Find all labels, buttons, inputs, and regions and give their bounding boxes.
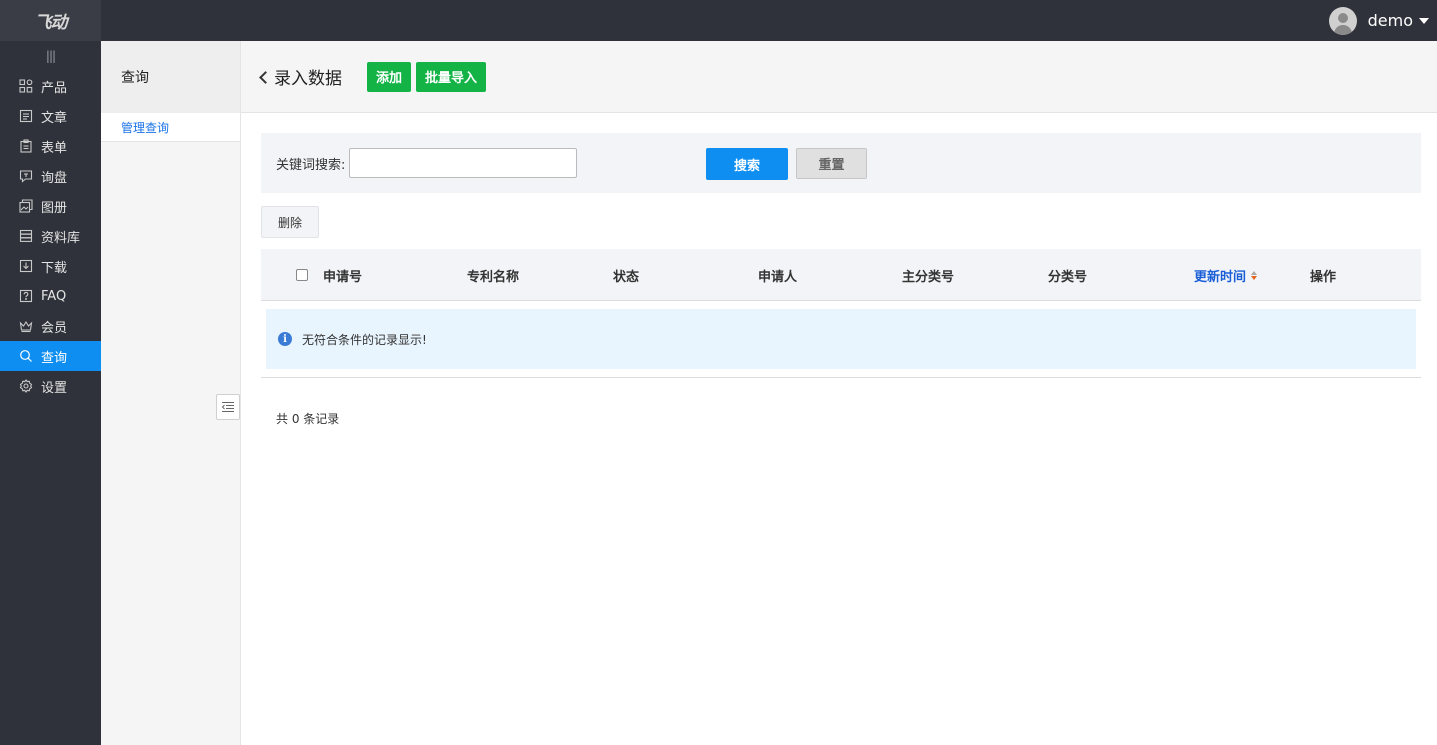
database-icon <box>19 229 33 243</box>
inquiry-icon <box>19 169 33 183</box>
sort-icon[interactable] <box>1251 270 1258 280</box>
keyword-search-input[interactable] <box>349 148 578 178</box>
empty-message: i 无符合条件的记录显示! <box>266 309 1416 369</box>
sidebar-item-faq[interactable]: FAQ <box>0 281 101 311</box>
crown-icon <box>19 319 33 333</box>
search-button[interactable]: 搜索 <box>706 148 788 180</box>
column-header-class: 分类号 <box>1048 269 1088 285</box>
sidebar-item-forms[interactable]: 表单 <box>0 131 101 161</box>
column-header-patent-name: 专利名称 <box>467 269 520 285</box>
chevron-down-icon[interactable] <box>1419 17 1429 24</box>
sidebar-item-label: 设置 <box>41 380 68 396</box>
indent-icon <box>221 402 234 412</box>
sidebar-item-articles[interactable]: 文章 <box>0 101 101 131</box>
sidebar-toggle-icon[interactable]: ||| <box>0 41 101 71</box>
info-icon: i <box>278 332 292 346</box>
sidebar-item-members[interactable]: 会员 <box>0 311 101 341</box>
collapse-panel-button[interactable] <box>216 394 240 420</box>
empty-message-text: 无符合条件的记录显示! <box>302 332 427 347</box>
sidebar-item-products[interactable]: 产品 <box>0 71 101 101</box>
reset-button[interactable]: 重置 <box>796 148 867 179</box>
back-chevron-icon[interactable] <box>259 70 272 84</box>
delete-button[interactable]: 删除 <box>261 206 319 238</box>
page-header: 录入数据 添加 批量导入 <box>241 41 1437 113</box>
sidebar-item-query[interactable]: 查询 <box>0 341 101 371</box>
sidebar-item-gallery[interactable]: 图册 <box>0 191 101 221</box>
avatar-icon[interactable] <box>1328 6 1357 35</box>
select-all-checkbox[interactable] <box>296 269 308 281</box>
user-name[interactable]: demo <box>1368 11 1413 30</box>
sidebar-item-inquiry[interactable]: 询盘 <box>0 161 101 191</box>
select-all-checkbox-cell[interactable] <box>296 249 308 301</box>
sidebar-item-label: 表单 <box>41 140 68 156</box>
main-content: 录入数据 添加 批量导入 关键词搜索: 搜索 重置 删除 申请号 专利名称 状态… <box>241 41 1437 745</box>
column-header-updated-time[interactable]: 更新时间 <box>1194 249 1258 301</box>
sidebar-item-label: 下载 <box>41 260 68 276</box>
column-header-application-no: 申请号 <box>323 269 363 285</box>
download-icon <box>19 259 33 273</box>
sidebar-item-label: 会员 <box>41 320 68 336</box>
subnav-item-manage-query[interactable]: 管理查询 <box>101 113 240 142</box>
sidebar-item-label: 文章 <box>41 110 68 126</box>
column-header-label: 更新时间 <box>1194 269 1247 285</box>
sidebar-item-label: 询盘 <box>41 170 68 186</box>
sidebar-item-label: 资料库 <box>41 230 81 246</box>
divider <box>261 377 1421 378</box>
sidebar-item-download[interactable]: 下载 <box>0 251 101 281</box>
search-panel: 关键词搜索: 搜索 重置 <box>261 133 1421 193</box>
add-button[interactable]: 添加 <box>367 61 412 92</box>
sidebar-item-label: 产品 <box>41 80 68 96</box>
article-icon <box>19 109 33 123</box>
grid-icon <box>19 79 33 93</box>
form-icon <box>19 139 33 153</box>
column-header-applicant: 申请人 <box>758 269 798 285</box>
subpanel-title: 查询 <box>101 41 240 113</box>
gallery-icon <box>19 199 33 213</box>
sidebar-item-label: FAQ <box>41 288 67 304</box>
top-bar: 飞动 demo <box>0 0 1437 41</box>
sidebar-item-database[interactable]: 资料库 <box>0 221 101 251</box>
record-count: 共 0 条记录 <box>276 412 340 426</box>
data-table: 申请号 专利名称 状态 申请人 主分类号 分类号 更新时间 操作 i 无符合条件… <box>261 249 1421 378</box>
table-header: 申请号 专利名称 状态 申请人 主分类号 分类号 更新时间 操作 <box>261 249 1421 301</box>
user-menu[interactable]: demo <box>1328 6 1429 35</box>
sidebar-item-label: 图册 <box>41 200 68 216</box>
page-title: 录入数据 <box>274 69 342 89</box>
search-label: 关键词搜索: <box>276 157 346 173</box>
logo[interactable]: 飞动 <box>0 0 101 41</box>
faq-icon <box>19 289 33 303</box>
sidebar-item-label: 查询 <box>41 350 68 366</box>
logo-text: 飞动 <box>34 13 68 33</box>
settings-icon <box>19 379 33 393</box>
sidebar: ||| 产品 文章 表单 询盘 图册 资料库 下载 FAQ 会员 查询 设置 <box>0 41 101 745</box>
sidebar-item-settings[interactable]: 设置 <box>0 371 101 401</box>
column-header-main-class: 主分类号 <box>902 269 955 285</box>
column-header-status: 状态 <box>613 269 640 285</box>
batch-import-button[interactable]: 批量导入 <box>416 61 487 92</box>
column-header-actions: 操作 <box>1310 269 1337 285</box>
search-icon <box>19 349 33 363</box>
sub-navigation: 查询 管理查询 <box>101 41 241 745</box>
